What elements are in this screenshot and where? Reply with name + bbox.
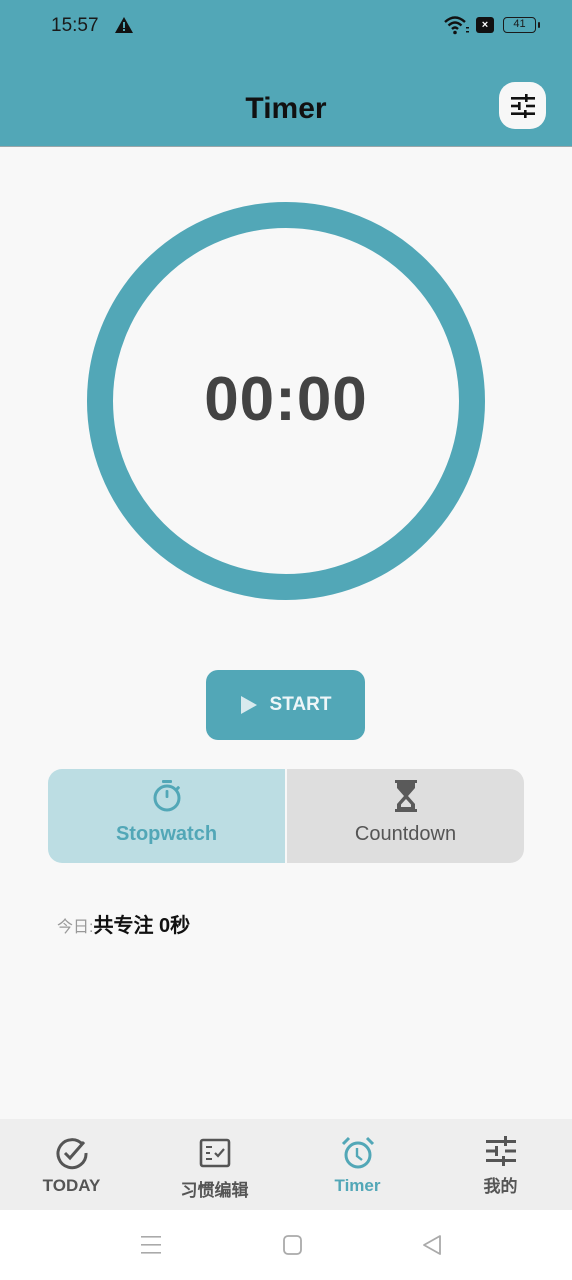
hourglass-icon bbox=[394, 780, 417, 812]
mode-countdown[interactable]: Countdown bbox=[287, 769, 524, 863]
nav-label-timer: Timer bbox=[334, 1176, 381, 1195]
checklist-icon bbox=[199, 1138, 230, 1168]
bottom-nav: TODAY 习惯编辑 Timer 我的 bbox=[0, 1119, 572, 1210]
page-title: Timer bbox=[245, 92, 327, 125]
sliders-icon bbox=[485, 1136, 516, 1166]
warning-icon bbox=[115, 17, 133, 33]
status-time: 15:57 bbox=[51, 15, 99, 36]
timer-display: 00:00 bbox=[204, 365, 368, 434]
home-icon[interactable] bbox=[280, 1232, 306, 1258]
settings-button[interactable] bbox=[499, 82, 546, 129]
play-icon bbox=[240, 696, 257, 714]
battery-icon: 41 bbox=[503, 17, 540, 33]
mode-toggle: Stopwatch Countdown bbox=[48, 769, 524, 863]
wifi-icon bbox=[444, 16, 469, 35]
sliders-icon bbox=[510, 93, 535, 118]
mode-stopwatch-label: Stopwatch bbox=[115, 823, 218, 845]
battery-level: 41 bbox=[513, 18, 526, 30]
alarm-clock-icon bbox=[341, 1136, 374, 1169]
menu-icon[interactable] bbox=[139, 1232, 165, 1258]
stopwatch-icon bbox=[153, 780, 180, 812]
nav-label-habit-edit: 习惯编辑 bbox=[180, 1181, 249, 1200]
today-stats-value: 共专注 0秒 bbox=[93, 915, 191, 937]
nav-item-timer[interactable]: Timer bbox=[286, 1119, 429, 1210]
today-stats: 今日: 共专注 0秒 bbox=[57, 909, 190, 938]
sim-off-icon: × bbox=[476, 17, 494, 33]
mode-countdown-label: Countdown bbox=[354, 823, 457, 845]
back-icon[interactable] bbox=[420, 1232, 446, 1258]
nav-item-mine[interactable]: 我的 bbox=[429, 1119, 572, 1210]
nav-item-today[interactable]: TODAY bbox=[0, 1119, 143, 1210]
nav-label-today: TODAY bbox=[42, 1176, 101, 1195]
today-stats-prefix: 今日: bbox=[57, 919, 94, 936]
start-button[interactable]: START bbox=[206, 670, 365, 740]
status-bar: 15:57 × 41 bbox=[0, 0, 572, 52]
app-bar: Timer bbox=[0, 52, 572, 147]
nav-label-mine: 我的 bbox=[483, 1177, 518, 1196]
timer-ring: 00:00 bbox=[86, 201, 486, 601]
nav-item-habit-edit[interactable]: 习惯编辑 bbox=[143, 1119, 286, 1210]
check-circle-icon bbox=[56, 1138, 88, 1170]
start-label: START bbox=[269, 694, 332, 715]
mode-stopwatch[interactable]: Stopwatch bbox=[48, 769, 287, 863]
system-nav-bar bbox=[0, 1210, 572, 1280]
